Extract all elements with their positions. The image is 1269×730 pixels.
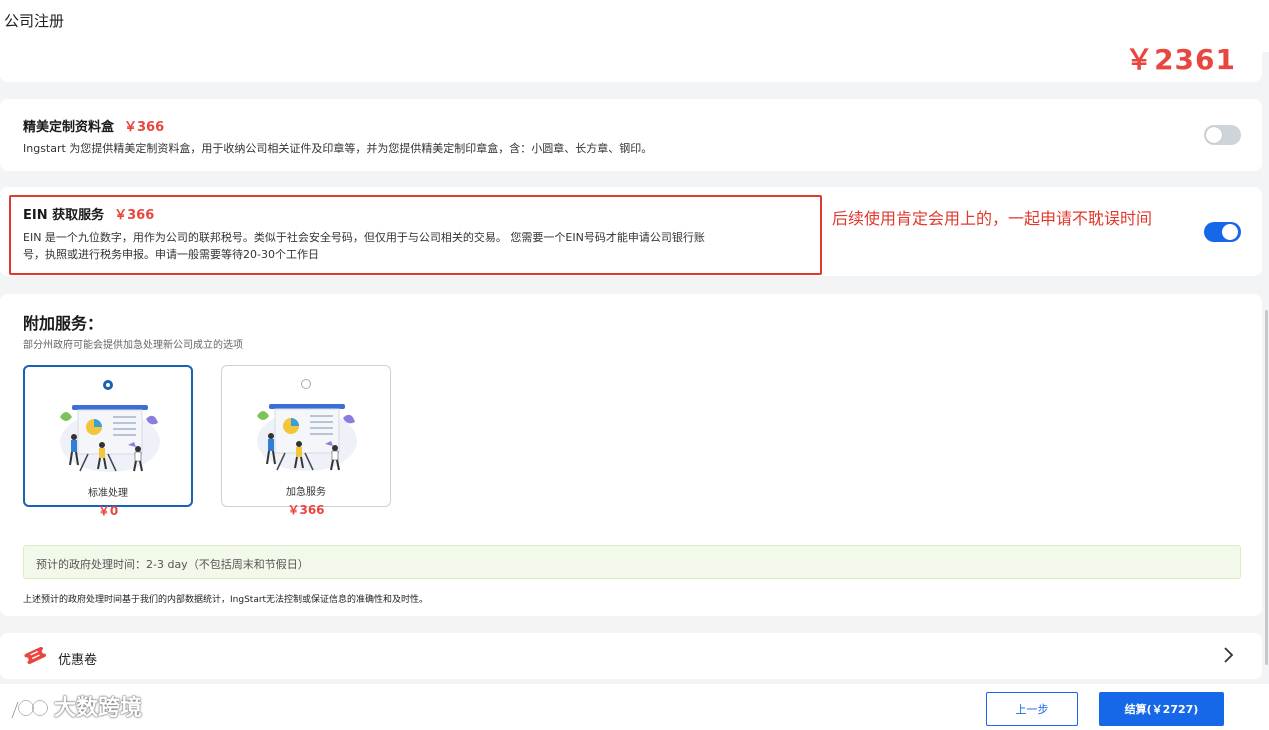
option-standard[interactable]: 标准处理 ￥0	[23, 365, 193, 518]
highlight-frame	[9, 195, 822, 275]
coupon-row[interactable]: 优惠卷	[0, 633, 1262, 679]
toggle-knob	[1222, 224, 1238, 240]
watermark-logo-icon	[10, 700, 48, 720]
service-description: Ingstart 为您提供精美定制资料盒，用于收纳公司相关证件及印章等，并为您提…	[23, 142, 653, 155]
chevron-right-icon[interactable]	[1222, 645, 1234, 665]
summary-price: ￥2361	[1125, 43, 1236, 76]
watermark-logo: 大数跨境	[8, 690, 142, 722]
scrollbar-thumb[interactable]	[1265, 310, 1268, 665]
option-expedited[interactable]: 加急服务 ￥366	[221, 365, 391, 517]
eta-info-bar: 预计的政府处理时间：2-3 day（不包括周末和节假日）	[23, 545, 1241, 579]
extra-services-card: 附加服务： 部分州政府可能会提供加急处理新公司成立的选项 标准处理 ￥0 加急服…	[0, 294, 1262, 616]
radio-checked-icon[interactable]	[103, 380, 113, 390]
service-name: 精美定制资料盒	[23, 120, 115, 135]
extra-services-subtitle: 部分州政府可能会提供加急处理新公司成立的选项	[23, 340, 243, 351]
disclaimer-text: 上述预计的政府处理时间基于我们的内部数据统计，IngStart无法控制或保证信息…	[23, 595, 429, 605]
option-price: ￥0	[97, 504, 119, 518]
databox-toggle[interactable]	[1204, 125, 1241, 145]
footer-bar	[0, 684, 1269, 730]
page-title: 公司注册	[4, 12, 65, 30]
ein-toggle[interactable]	[1204, 222, 1241, 242]
option-label: 标准处理	[88, 488, 128, 499]
service-title: 精美定制资料盒 ￥366	[23, 116, 164, 135]
prev-step-button[interactable]: 上一步	[986, 692, 1078, 726]
presentation-illustration-icon	[60, 405, 160, 472]
annotation-note: 后续使用肯定会用上的，一起申请不耽误时间	[832, 209, 1153, 228]
coupon-icon	[24, 646, 46, 665]
watermark-text: 大数跨境	[54, 696, 143, 721]
coupon-label: 优惠卷	[58, 653, 98, 668]
extra-services-title: 附加服务：	[23, 314, 104, 333]
option-label: 加急服务	[286, 487, 326, 498]
radio-unchecked-icon[interactable]	[301, 379, 311, 389]
eta-text: 预计的政府处理时间：2-3 day（不包括周末和节假日）	[36, 558, 309, 571]
presentation-illustration-icon	[257, 404, 357, 471]
service-price: ￥366	[124, 120, 165, 135]
option-price: ￥366	[287, 503, 325, 517]
toggle-knob	[1206, 127, 1222, 143]
checkout-button[interactable]: 结算(￥2727)	[1099, 692, 1224, 726]
service-card-databox: 精美定制资料盒 ￥366 Ingstart 为您提供精美定制资料盒，用于收纳公司相…	[0, 99, 1262, 171]
price-summary-card: ￥2361	[0, 42, 1262, 82]
